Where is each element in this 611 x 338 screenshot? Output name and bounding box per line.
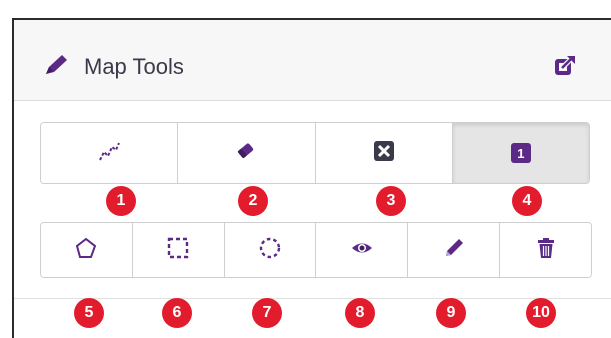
select-toolbar <box>40 222 592 278</box>
draw-toolbar: 1 <box>40 122 590 184</box>
rectangle-select-button[interactable] <box>132 223 225 277</box>
view-button[interactable] <box>316 223 409 277</box>
polyline-button[interactable] <box>41 123 179 183</box>
map-tools-panel: Map Tools 1 1 2 3 4 5 6 7 8 9 10 <box>12 18 611 338</box>
badge-5: 5 <box>74 298 104 328</box>
badge-8: 8 <box>345 298 375 328</box>
number-one-box-icon: 1 <box>510 142 532 164</box>
edit-button[interactable] <box>408 223 501 277</box>
pencil-icon <box>42 53 72 82</box>
badge-1: 1 <box>106 186 136 216</box>
circle-select-icon <box>258 236 282 265</box>
eye-icon <box>350 239 374 262</box>
layer-one-button[interactable]: 1 <box>452 123 589 183</box>
polyline-icon <box>96 138 122 169</box>
number-one-label: 1 <box>517 145 525 161</box>
badge-7: 7 <box>252 298 282 328</box>
divider <box>14 298 611 299</box>
badge-2: 2 <box>238 186 268 216</box>
circle-select-button[interactable] <box>224 223 317 277</box>
badge-10: 10 <box>526 298 556 328</box>
eraser-button[interactable] <box>178 123 316 183</box>
clear-button[interactable] <box>315 123 453 183</box>
pencil-icon <box>442 236 466 265</box>
rectangle-select-icon <box>166 236 190 265</box>
badge-3: 3 <box>376 186 406 216</box>
delete-button[interactable] <box>500 223 591 277</box>
popout-icon[interactable] <box>553 54 577 83</box>
polygon-icon <box>74 236 98 265</box>
badge-4: 4 <box>512 186 542 216</box>
close-box-icon <box>373 140 395 167</box>
badge-9: 9 <box>436 298 466 328</box>
panel-title: Map Tools <box>84 54 184 79</box>
trash-icon <box>536 237 556 264</box>
eraser-icon <box>235 140 257 167</box>
panel-header: Map Tools <box>14 20 611 101</box>
polygon-select-button[interactable] <box>41 223 133 277</box>
badge-6: 6 <box>162 298 192 328</box>
